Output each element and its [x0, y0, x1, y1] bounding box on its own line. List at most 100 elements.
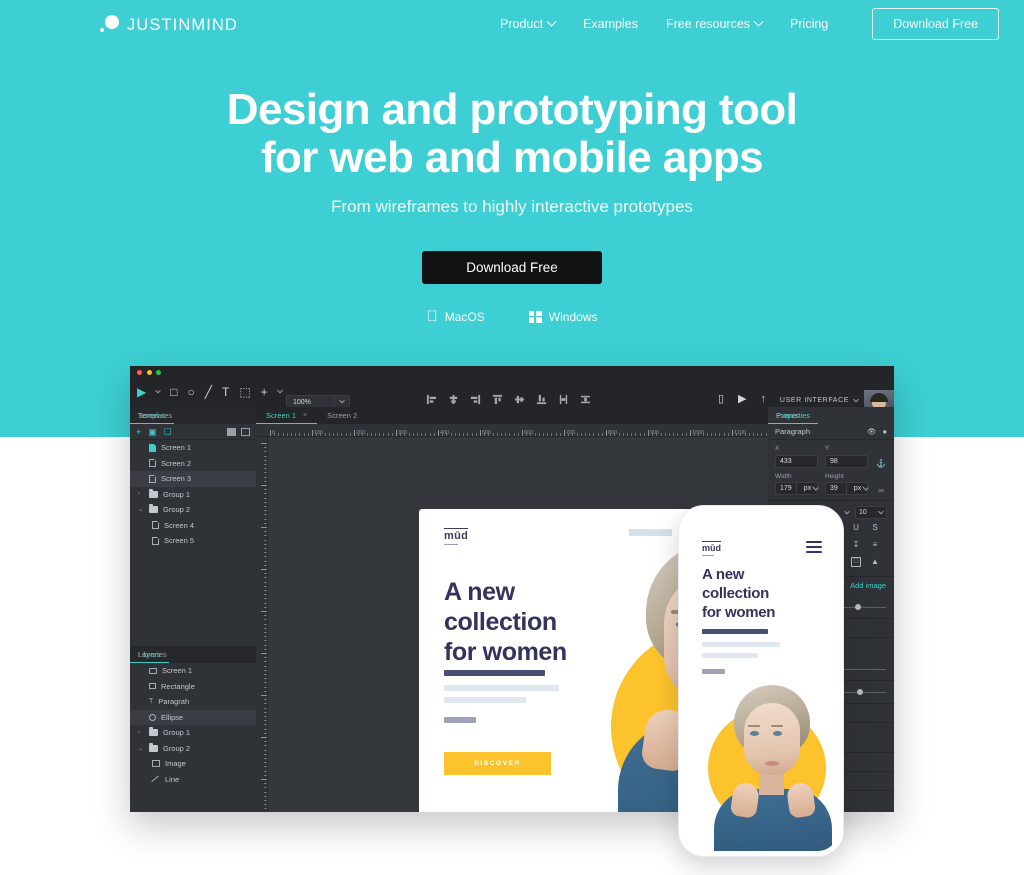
width-field[interactable]: Width 179 px [775, 473, 819, 495]
list-view-icon[interactable] [227, 427, 236, 436]
user-interface-dropdown[interactable]: USER INTERFACE [780, 396, 859, 404]
width-unit[interactable]: px [796, 482, 819, 495]
ruler-tick [467, 433, 469, 436]
font-size-select[interactable]: 10 [855, 506, 887, 519]
align-middle-icon[interactable] [514, 394, 525, 405]
add-screen-icon[interactable]: + [136, 427, 141, 437]
minimize-icon[interactable] [146, 369, 152, 375]
ruler-tick [417, 433, 418, 436]
distribute-icon[interactable]: ▲ [870, 557, 880, 567]
tab-events[interactable]: Events [768, 407, 807, 424]
nav-item-free-resources[interactable]: Free resources [666, 16, 764, 31]
align-bottom-icon[interactable]: ↧ [851, 540, 861, 549]
twisty-icon[interactable]: ⌄ [138, 745, 144, 752]
layer-item-screen-1[interactable]: Screen 1 [130, 663, 256, 679]
tab-templates[interactable]: Templates [130, 407, 180, 424]
platform-windows[interactable]: Windows [528, 309, 597, 324]
height-field[interactable]: Height 39 px [825, 473, 869, 495]
screen-tree-item-screen-2[interactable]: Screen 2 [130, 456, 256, 472]
y-field[interactable]: Y 98 [825, 445, 868, 468]
nav-item-examples-label: Examples [583, 17, 638, 31]
text-tool-icon[interactable]: T [222, 385, 229, 399]
ruler-tick [264, 682, 267, 684]
layer-item-rectangle[interactable]: Rectangle [130, 679, 256, 695]
pin-icon[interactable]: ⚓ [875, 459, 887, 468]
x-field[interactable]: X 433 [775, 445, 818, 468]
add-image-screen-icon[interactable]: ▣ [148, 427, 157, 437]
canvas-tab-screen-1[interactable]: Screen 1 × [256, 407, 318, 424]
phone-screen[interactable]: mūd A new collection for women [686, 513, 838, 851]
screen-tree-item-group-1[interactable]: › Group 1 [130, 487, 256, 503]
add-group-icon[interactable]: ☐ [164, 427, 172, 437]
align-bottom-icon[interactable] [536, 394, 547, 405]
nav-item-pricing[interactable]: Pricing [790, 17, 828, 31]
font-family-chevron-down-icon[interactable] [844, 508, 850, 514]
distribute-horizontal-icon[interactable] [580, 394, 591, 405]
zoom-chevron-down-icon[interactable] [335, 397, 349, 404]
twisty-icon[interactable]: ⌄ [138, 506, 144, 513]
platform-macos[interactable]:  MacOS [427, 309, 485, 324]
play-icon[interactable]: ▶ [738, 394, 746, 405]
slider-knob[interactable] [855, 604, 862, 610]
slider-knob[interactable] [857, 689, 864, 695]
close-icon[interactable] [137, 369, 142, 375]
screen-tree-item-group-2[interactable]: ⌄ Group 2 [130, 502, 256, 518]
add-tool-icon[interactable]: + [261, 385, 268, 399]
ruler-tick-major [261, 527, 267, 528]
twisty-icon[interactable]: › [138, 491, 144, 497]
nav-download-free-button[interactable]: Download Free [872, 8, 1000, 40]
layer-item-image[interactable]: Image [130, 756, 256, 772]
layer-item-paragraph[interactable]: T Paragrah [130, 694, 256, 710]
device-preview-icon[interactable]: ▯ [718, 394, 724, 405]
cursor-tool-icon[interactable]: ▶ [137, 385, 146, 399]
nav-item-examples[interactable]: Examples [583, 17, 638, 31]
lock-element-icon[interactable]: ● [882, 427, 887, 436]
fit-content-icon[interactable]: □ [851, 557, 861, 567]
hide-element-icon[interactable]: 👁 [867, 427, 877, 436]
screen-tree-item-screen-3[interactable]: Screen 3 [130, 471, 256, 487]
tab-libraries[interactable]: Libraries [130, 646, 175, 663]
image-tool-icon[interactable]: ⬚ [239, 385, 250, 399]
maximize-icon[interactable] [156, 369, 161, 375]
align-center-icon[interactable] [448, 394, 459, 405]
close-icon[interactable]: × [303, 412, 307, 419]
ruler-tick [282, 433, 284, 436]
align-left-icon[interactable] [426, 394, 437, 405]
nav-item-product[interactable]: Product [500, 16, 557, 31]
screen-tree-item-screen-1[interactable]: Screen 1 [130, 440, 256, 456]
list-icon[interactable]: ≡ [870, 540, 880, 549]
align-right-icon[interactable] [470, 394, 481, 405]
grid-view-icon[interactable] [241, 427, 250, 436]
height-unit[interactable]: px [846, 482, 869, 495]
design-discover-button[interactable]: DISCOVER [444, 752, 551, 775]
x-value: 433 [780, 457, 792, 465]
twisty-icon[interactable]: › [138, 730, 144, 736]
ruler-tick [572, 433, 574, 436]
layer-item-group-1[interactable]: › Group 1 [130, 725, 256, 741]
ruler-tick [264, 539, 267, 541]
hamburger-icon[interactable] [806, 541, 822, 556]
add-tool-chevron-down-icon[interactable] [276, 387, 283, 394]
line-tool-icon[interactable]: ╱ [205, 385, 212, 399]
ruler-tick [370, 433, 372, 436]
brand-logo[interactable]: JUSTINMIND [100, 14, 238, 34]
screen-tree-item-screen-4[interactable]: Screen 4 [130, 518, 256, 534]
link-aspect-ratio-icon[interactable]: ∞ [875, 486, 887, 495]
share-upload-icon[interactable]: ↑ [761, 394, 767, 405]
hero-download-free-button[interactable]: Download Free [422, 251, 602, 284]
canvas-tab-screen-2[interactable]: Screen 2 [317, 407, 367, 424]
cursor-tool-chevron-down-icon[interactable] [155, 387, 162, 394]
layer-item-ellipse[interactable]: Ellipse [130, 709, 256, 725]
strikethrough-icon[interactable]: S [870, 523, 880, 532]
align-top-icon[interactable] [492, 394, 503, 405]
ruler-tick-major [732, 430, 733, 436]
ruler-tick [375, 433, 376, 436]
distribute-vertical-icon[interactable] [558, 394, 569, 405]
rectangle-tool-icon[interactable]: □ [170, 385, 177, 399]
layer-item-line[interactable]: Line [130, 772, 256, 788]
ellipse-tool-icon[interactable]: ○ [187, 385, 194, 399]
screen-tree-item-screen-5[interactable]: Screen 5 [130, 533, 256, 549]
layer-item-group-2[interactable]: ⌄ Group 2 [130, 741, 256, 757]
ruler-tick [459, 433, 460, 436]
underline-icon[interactable]: U [851, 523, 861, 532]
